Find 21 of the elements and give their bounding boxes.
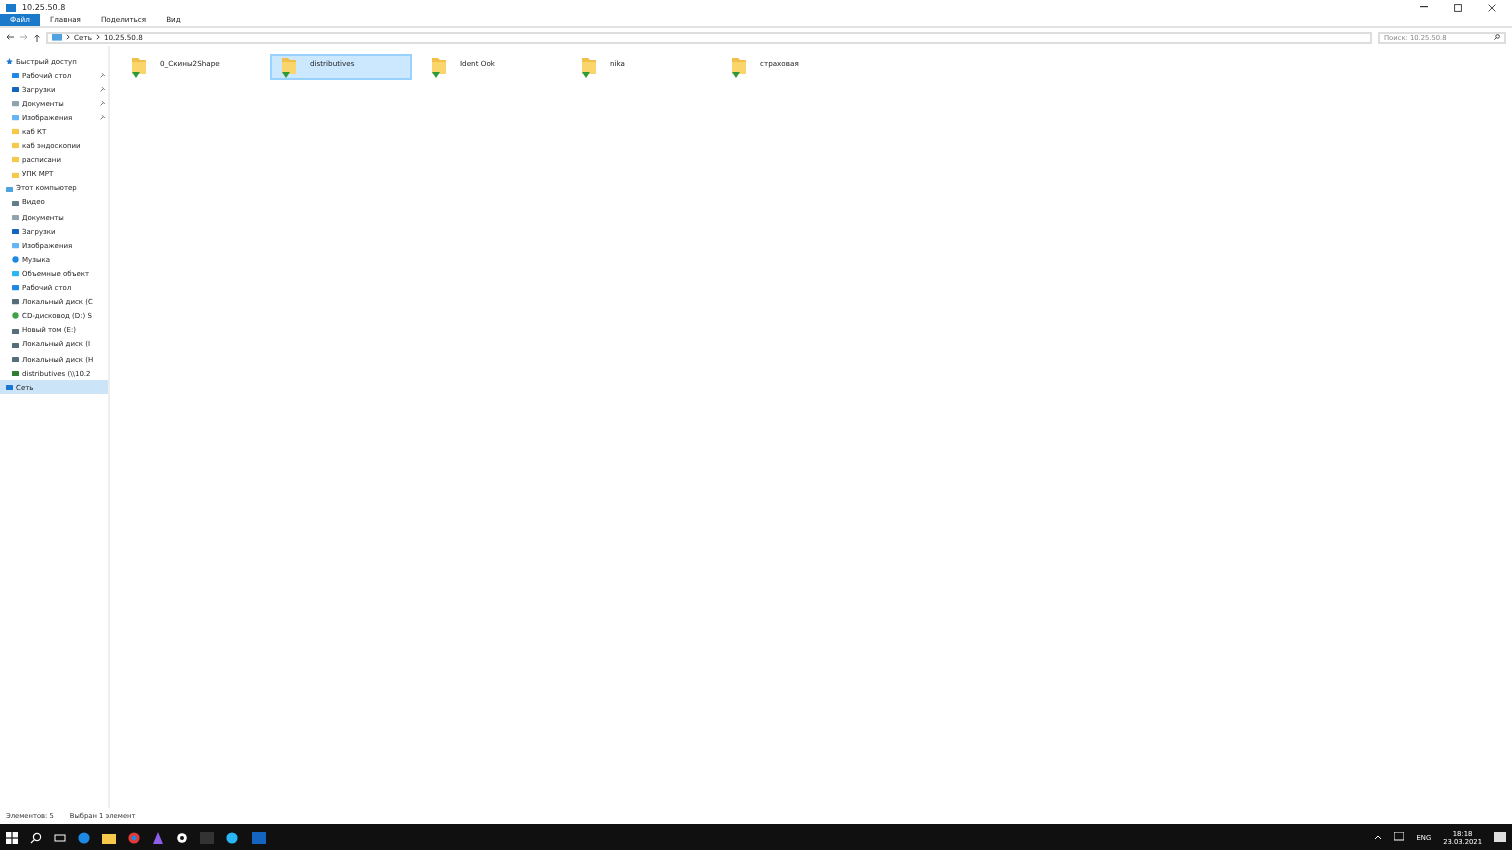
close-icon [1488,3,1496,11]
browser-icon[interactable] [78,831,90,843]
shared-folder-icon [280,56,298,78]
browser-icon[interactable] [128,831,140,843]
search-icon[interactable] [30,831,42,843]
minimize-icon [1420,6,1428,8]
task-view-icon[interactable] [54,831,66,843]
shared-folder-icon [580,56,598,78]
shared-folder-icon [730,56,748,78]
app-icon[interactable] [152,831,164,843]
star-icon [6,57,13,65]
disc-icon [12,312,19,320]
start-icon[interactable] [6,831,18,843]
gear-icon[interactable] [176,831,188,843]
up-icon[interactable] [34,33,40,41]
shared-folder-icon [430,56,448,78]
maximize-icon [1454,3,1462,11]
back-icon[interactable] [6,34,14,40]
shared-folder-icon [130,56,148,78]
chevron-icon [95,34,100,40]
search-icon [1494,34,1500,40]
